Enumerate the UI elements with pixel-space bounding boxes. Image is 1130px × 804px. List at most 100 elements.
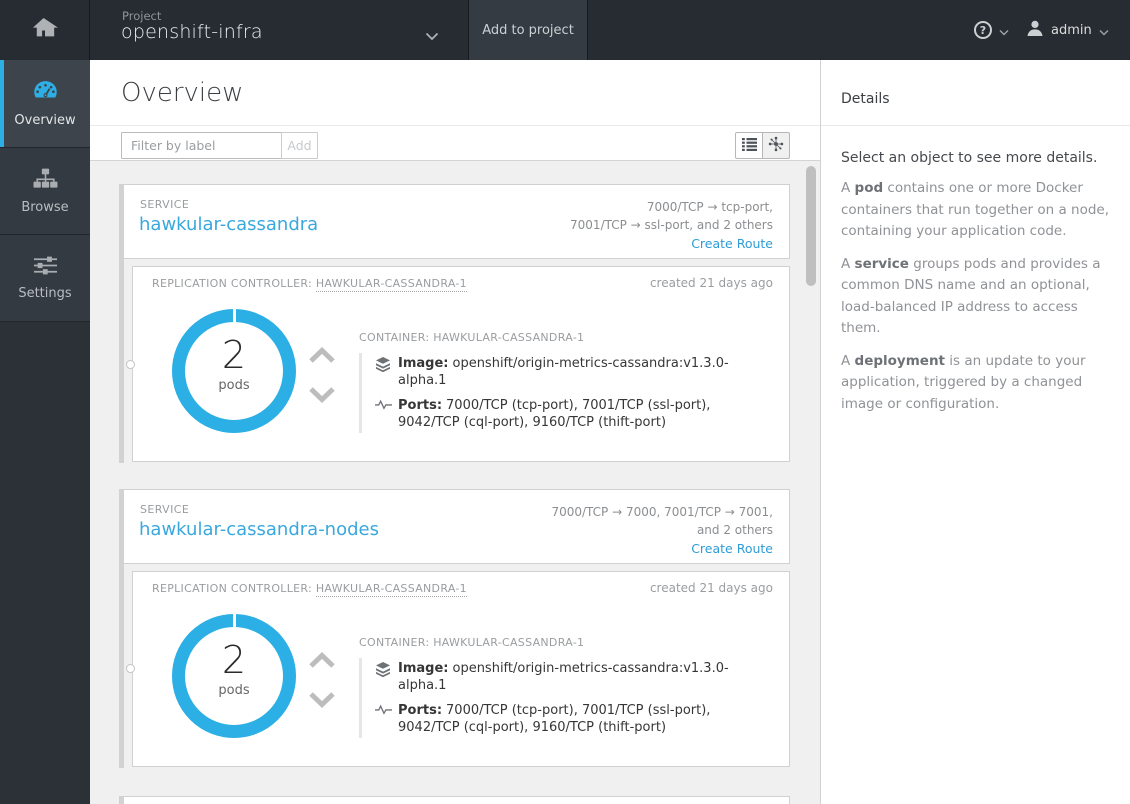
user-icon	[1026, 19, 1044, 41]
help-menu[interactable]: ?	[974, 0, 1009, 60]
paragraph-text: A	[841, 353, 855, 369]
term-deployment: deployment	[855, 353, 945, 369]
sidebar-item-settings[interactable]: Settings	[0, 235, 90, 322]
pod-count: 2	[172, 639, 296, 681]
topology-view-button[interactable]	[762, 132, 790, 159]
help-icon: ?	[974, 21, 992, 39]
view-toggle-group	[735, 132, 790, 159]
filter-by-label-input[interactable]	[121, 132, 282, 159]
paragraph-text: A	[841, 180, 855, 196]
paragraph-text: A	[841, 256, 855, 272]
rc-kind-text: REPLICATION CONTROLLER:	[152, 582, 312, 595]
username: admin	[1051, 23, 1092, 38]
image-label: Image:	[398, 356, 448, 371]
vertical-scrollbar[interactable]	[806, 166, 816, 286]
ports-line2: 9042/TCP (cql-port), 9160/TCP (thift-por…	[398, 414, 710, 431]
pod-count-donut[interactable]: 2 pods	[172, 614, 296, 738]
details-paragraph-service: A service groups pods and provides a com…	[841, 254, 1111, 340]
sidebar-item-label: Overview	[14, 113, 75, 128]
project-selector[interactable]: Project openshift-infra	[91, 0, 468, 60]
chevron-down-icon	[999, 21, 1009, 40]
service-card: SERVICE hawkular-cassandra 7000/TCP → tc…	[120, 184, 790, 259]
pulse-icon	[375, 702, 398, 736]
topology-icon	[768, 136, 784, 156]
ports-text: Ports: 7000/TCP (tcp-port), 7001/TCP (ssl…	[398, 702, 710, 736]
details-title: Details	[841, 91, 890, 107]
details-paragraph-pod: A pod contains one or more Docker contai…	[841, 178, 1111, 243]
list-view-icon	[742, 136, 757, 155]
add-filter-button[interactable]: Add	[281, 132, 318, 159]
service-ports-line: and 2 others	[551, 521, 773, 539]
user-menu[interactable]: admin	[1026, 0, 1109, 60]
deployment-timeline-bar	[119, 796, 124, 804]
term-service: service	[855, 256, 909, 272]
home-icon	[31, 16, 58, 45]
service-kind-label: SERVICE	[140, 198, 189, 211]
image-text: Image:openshift/origin-metrics-cassandra…	[398, 355, 769, 389]
service-kind-label: SERVICE	[140, 503, 189, 516]
service-name-link[interactable]: hawkular-cassandra-nodes	[139, 519, 379, 540]
ports-label: Ports:	[398, 398, 442, 413]
layers-icon	[375, 355, 398, 389]
pod-unit-label: pods	[172, 683, 296, 698]
header-bottom-border	[90, 160, 820, 161]
scale-up-button[interactable]	[307, 650, 337, 670]
create-route-link[interactable]: Create Route	[691, 541, 773, 556]
service-ports: 7000/TCP → 7000, 7001/TCP → 7001, and 2 …	[551, 503, 773, 539]
donut-notch	[233, 309, 236, 322]
sliders-icon	[34, 256, 57, 279]
container-image-row: Image:openshift/origin-metrics-cassandra…	[375, 355, 769, 389]
scale-down-button[interactable]	[307, 690, 337, 710]
service-ports-line: 7001/TCP → ssl-port, and 2 others	[570, 216, 773, 234]
ports-line1: 7000/TCP (tcp-port), 7001/TCP (ssl-port)…	[446, 398, 710, 413]
replication-controller-card: REPLICATION CONTROLLER: HAWKULAR-CASSAND…	[132, 266, 790, 462]
container-ports-row: Ports: 7000/TCP (tcp-port), 7001/TCP (ssl…	[375, 702, 769, 736]
scale-up-button[interactable]	[307, 345, 337, 365]
details-panel: Details Select an object to see more det…	[820, 60, 1130, 804]
top-navbar: Project openshift-infra Add to project ?…	[0, 0, 1130, 60]
sidebar-item-overview[interactable]: Overview	[0, 60, 90, 148]
container-title: CONTAINER: HAWKULAR-CASSANDRA-1	[359, 636, 769, 649]
container-block: Image:openshift/origin-metrics-cassandra…	[359, 658, 769, 738]
create-route-link[interactable]: Create Route	[691, 236, 773, 251]
project-name: openshift-infra	[121, 21, 263, 43]
home-button[interactable]	[0, 0, 90, 60]
pod-count-donut[interactable]: 2 pods	[172, 309, 296, 433]
pulse-icon	[375, 397, 398, 431]
details-intro: Select an object to see more details.	[841, 150, 1111, 166]
rc-name[interactable]: HAWKULAR-CASSANDRA-1	[316, 582, 467, 597]
rc-created-timestamp: created 21 days ago	[650, 276, 773, 290]
ports-line1: 7000/TCP (tcp-port), 7001/TCP (ssl-port)…	[446, 703, 710, 718]
ports-text: Ports: 7000/TCP (tcp-port), 7001/TCP (ssl…	[398, 397, 710, 431]
container-block: Image:openshift/origin-metrics-cassandra…	[359, 353, 769, 433]
sidebar-item-browse[interactable]: Browse	[0, 148, 90, 235]
list-view-button[interactable]	[735, 132, 763, 159]
chevron-down-icon	[1099, 21, 1109, 40]
timeline-connector-dot	[126, 664, 135, 673]
rc-name[interactable]: HAWKULAR-CASSANDRA-1	[316, 277, 467, 292]
container-details: CONTAINER: HAWKULAR-CASSANDRA-1 Image:op…	[359, 636, 769, 738]
sitemap-icon	[33, 168, 58, 193]
scale-down-button[interactable]	[307, 385, 337, 405]
sidebar-item-label: Browse	[21, 200, 68, 215]
sidebar: Overview Browse Settings	[0, 60, 90, 804]
details-paragraph-deployment: A deployment is an update to your applic…	[841, 351, 1111, 416]
rc-kind-label: REPLICATION CONTROLLER: HAWKULAR-CASSAND…	[152, 582, 467, 595]
service-ports: 7000/TCP → tcp-port, 7001/TCP → ssl-port…	[570, 198, 773, 234]
deployment-timeline-bar	[119, 184, 124, 463]
ports-label: Ports:	[398, 703, 442, 718]
dashboard-icon	[32, 79, 59, 106]
details-divider	[821, 125, 1130, 126]
donut-notch	[233, 614, 236, 627]
add-to-project-button[interactable]: Add to project	[468, 0, 588, 60]
term-pod: pod	[855, 180, 884, 196]
pod-count: 2	[172, 334, 296, 376]
rc-kind-label: REPLICATION CONTROLLER: HAWKULAR-CASSAND…	[152, 277, 467, 290]
replication-controller-card: REPLICATION CONTROLLER: HAWKULAR-CASSAND…	[132, 571, 790, 767]
deployment-timeline-bar	[119, 489, 124, 768]
service-ports-line: 7000/TCP → 7000, 7001/TCP → 7001,	[551, 503, 773, 521]
image-label: Image:	[398, 661, 448, 676]
service-name-link[interactable]: hawkular-cassandra	[139, 214, 318, 235]
rc-kind-text: REPLICATION CONTROLLER:	[152, 277, 312, 290]
container-image-row: Image:openshift/origin-metrics-cassandra…	[375, 660, 769, 694]
